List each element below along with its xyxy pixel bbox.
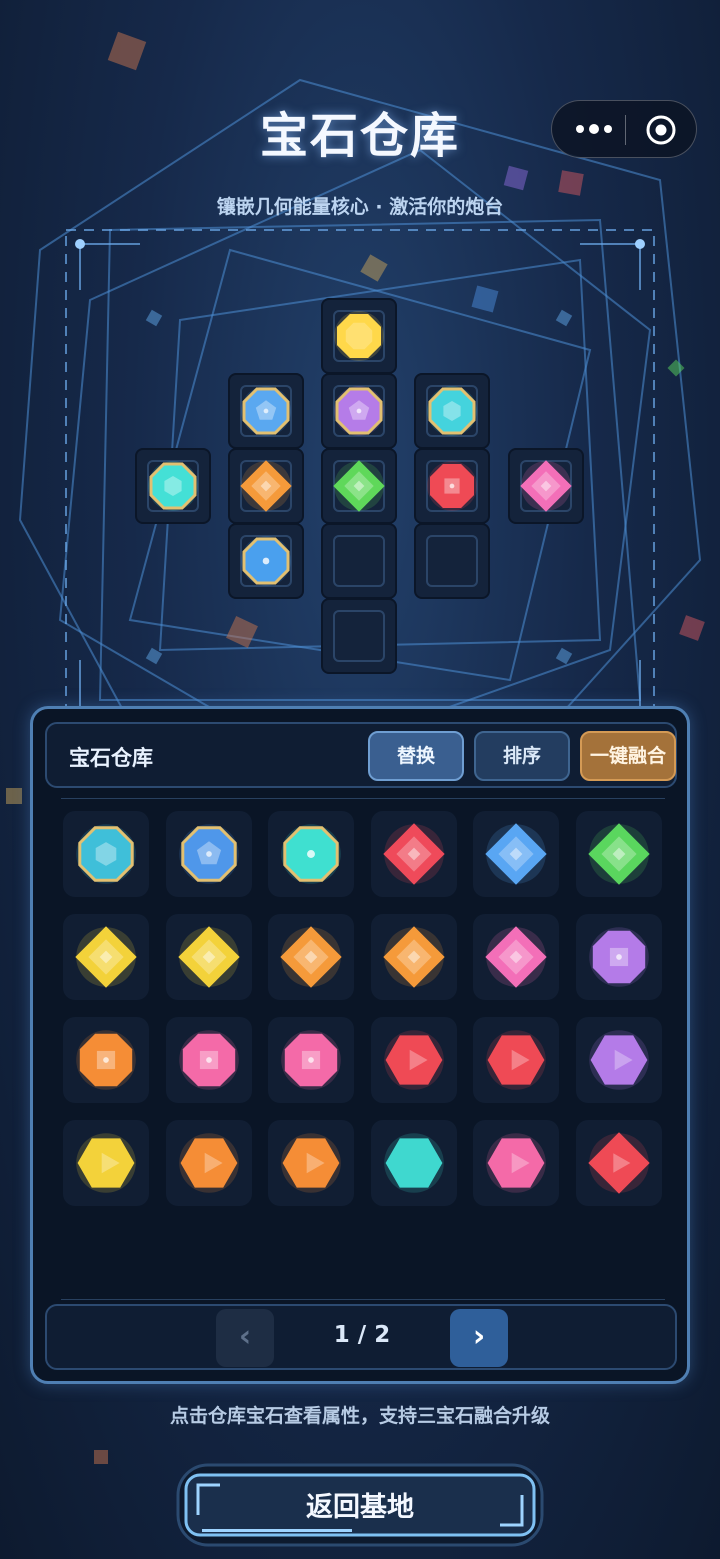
gem-slot-empty[interactable]: [321, 523, 397, 599]
gem-icon: [241, 536, 291, 586]
gem-inventory-panel: 宝石仓库 替换 排序 一键融合 ‹ 1 / 2 ›: [30, 706, 690, 1384]
inventory-header: 宝石仓库 替换 排序 一键融合: [45, 722, 677, 788]
inventory-gem[interactable]: [576, 1017, 662, 1103]
gem-icon: [589, 927, 649, 987]
gem-icon: [281, 1030, 341, 1090]
gem-icon: [588, 1132, 650, 1194]
inventory-gem[interactable]: [165, 1017, 252, 1103]
gem-icon: [383, 823, 445, 885]
gem-icon: [427, 461, 477, 511]
return-base-label: 返回基地: [306, 1492, 414, 1523]
gem-icon: [148, 461, 198, 511]
gem-slot-empty[interactable]: [321, 598, 397, 674]
slot-frame: [333, 535, 385, 587]
gem-icon: [240, 460, 292, 512]
header-divider: [61, 798, 665, 799]
gem-icon: [178, 1030, 239, 1090]
gem-icon: [589, 1030, 649, 1090]
inventory-gem[interactable]: [370, 811, 457, 897]
gem-icon: [383, 1030, 444, 1090]
inventory-title: 宝石仓库: [69, 746, 153, 770]
gem-icon: [334, 386, 384, 436]
inventory-gem[interactable]: [165, 914, 252, 1000]
inventory-gem[interactable]: [576, 914, 662, 1000]
gem-slot-filled[interactable]: [508, 448, 584, 524]
gem-slot-filled[interactable]: [321, 373, 397, 449]
inventory-gem[interactable]: [473, 1017, 560, 1103]
inventory-gem[interactable]: [63, 914, 149, 1000]
inventory-gem[interactable]: [268, 1017, 355, 1103]
replace-button[interactable]: 替换: [368, 731, 464, 781]
gem-icon: [241, 386, 291, 436]
gem-icon: [334, 311, 384, 361]
return-base-button[interactable]: 返回基地: [176, 1463, 544, 1547]
gem-icon: [178, 824, 239, 884]
gem-slot-filled[interactable]: [321, 298, 397, 374]
inventory-gem[interactable]: [370, 1120, 457, 1206]
inventory-gem[interactable]: [370, 1017, 457, 1103]
inventory-gem[interactable]: [473, 914, 560, 1000]
fuse-all-button[interactable]: 一键融合: [580, 731, 676, 781]
gem-slot-filled[interactable]: [228, 523, 304, 599]
gem-slot-filled[interactable]: [135, 448, 211, 524]
gem-icon: [177, 926, 240, 988]
gem-icon: [486, 1030, 547, 1090]
gem-icon: [427, 386, 477, 436]
gem-icon: [383, 1133, 444, 1193]
hint-text: 点击仓库宝石查看属性，支持三宝石融合升级: [169, 1405, 550, 1427]
inventory-gem[interactable]: [473, 811, 560, 897]
gem-icon: [281, 1133, 341, 1193]
page-subtitle: 镶嵌几何能量核心 · 激活你的炮台: [216, 196, 504, 218]
capsule-divider: [625, 115, 626, 145]
gem-slot-filled[interactable]: [228, 373, 304, 449]
gem-icon: [178, 1133, 239, 1193]
gem-slot-filled[interactable]: [321, 448, 397, 524]
slot-frame: [426, 535, 478, 587]
prev-page-button[interactable]: ‹: [216, 1309, 274, 1367]
gem-icon: [281, 824, 341, 884]
target-icon[interactable]: [642, 111, 680, 149]
inventory-gem[interactable]: [63, 811, 149, 897]
gem-slot-filled[interactable]: [414, 373, 490, 449]
gem-icon: [76, 824, 136, 884]
gem-icon: [383, 926, 445, 988]
inventory-gem[interactable]: [576, 811, 662, 897]
inventory-gem[interactable]: [473, 1120, 560, 1206]
game-screen: 宝石仓库 镶嵌几何能量核心 · 激活你的炮台 宝石仓库 替换 排序 一键融合 ‹…: [0, 0, 720, 1559]
gem-icon: [280, 926, 342, 988]
gem-icon: [485, 926, 548, 988]
inventory-gem[interactable]: [576, 1120, 662, 1206]
inventory-gem[interactable]: [268, 811, 355, 897]
gem-slot-empty[interactable]: [414, 523, 490, 599]
gem-icon: [520, 460, 572, 512]
pagination: ‹ 1 / 2 ›: [45, 1304, 677, 1370]
footer-divider: [61, 1299, 665, 1300]
inventory-gem[interactable]: [63, 1120, 149, 1206]
gem-icon: [76, 1133, 136, 1193]
inventory-gem[interactable]: [63, 1017, 149, 1103]
gem-icon: [486, 1133, 547, 1193]
gem-icon: [76, 1030, 136, 1090]
inventory-gem[interactable]: [165, 1120, 252, 1206]
inventory-gem[interactable]: [370, 914, 457, 1000]
gem-icon: [333, 460, 385, 512]
inventory-gem[interactable]: [165, 811, 252, 897]
mini-program-capsule: [551, 100, 697, 158]
gem-slot-filled[interactable]: [414, 448, 490, 524]
gem-slot-filled[interactable]: [228, 448, 304, 524]
page-indicator: 1 / 2: [333, 1322, 391, 1348]
sort-button[interactable]: 排序: [474, 731, 570, 781]
gem-icon: [485, 823, 548, 885]
gem-icon: [588, 823, 650, 885]
inventory-gem[interactable]: [268, 914, 355, 1000]
more-dots-icon[interactable]: [570, 113, 622, 145]
gem-icon: [75, 926, 137, 988]
slot-frame: [333, 610, 385, 662]
next-page-button[interactable]: ›: [450, 1309, 508, 1367]
inventory-gem[interactable]: [268, 1120, 355, 1206]
